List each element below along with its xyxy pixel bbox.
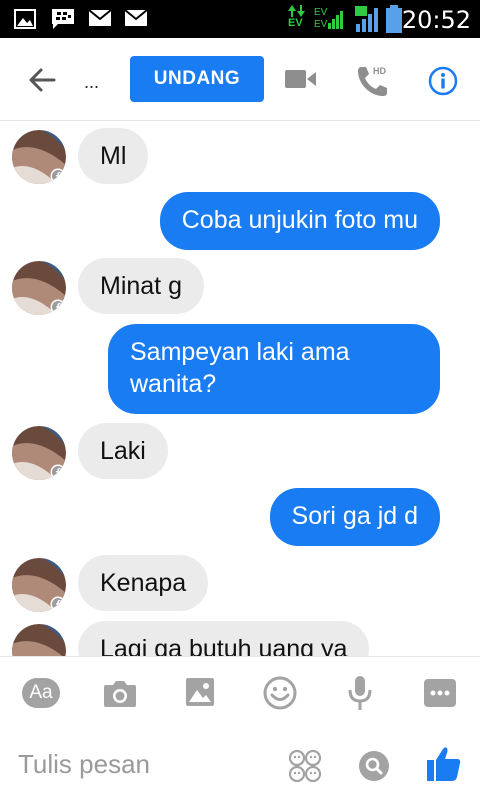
bbm-notification-icon xyxy=(52,9,74,29)
incoming-message-bubble[interactable]: Kenapa xyxy=(78,555,209,611)
incoming-message-bubble[interactable]: Minat g xyxy=(78,258,204,314)
contact-avatar[interactable] xyxy=(12,426,66,480)
signal-bars-icon xyxy=(328,11,343,29)
signal-sim1: EV EV xyxy=(314,7,344,33)
clock: 20:52 xyxy=(401,6,471,34)
video-call-icon[interactable] xyxy=(285,68,317,90)
composer: Aa Tulis pesan xyxy=(0,656,480,801)
mail-notification-icon xyxy=(88,9,112,26)
status-bar: EV EV EV 20:52 xyxy=(0,0,480,38)
more-options-icon[interactable] xyxy=(424,679,456,707)
data-transfer-icon: EV xyxy=(288,5,306,33)
message-input[interactable]: Tulis pesan xyxy=(18,749,150,780)
incoming-message-bubble[interactable]: Lagi ga butuh uang ya xyxy=(78,621,370,656)
incoming-message-bubble[interactable]: Ml xyxy=(78,128,149,184)
network-type-2: EV xyxy=(314,7,328,18)
facebook-badge-icon xyxy=(50,299,66,315)
gallery-icon[interactable] xyxy=(185,677,215,707)
conversation-title[interactable]: ... xyxy=(84,72,99,93)
gif-search-icon[interactable] xyxy=(358,750,390,782)
contact-avatar[interactable] xyxy=(12,130,66,184)
back-arrow-icon[interactable] xyxy=(26,64,58,96)
info-icon[interactable] xyxy=(428,66,458,96)
contact-avatar[interactable] xyxy=(12,558,66,612)
signal-sim2-icon xyxy=(355,6,378,32)
camera-icon[interactable] xyxy=(103,678,137,708)
conversation-header: ... UNDANG HD xyxy=(0,38,480,121)
facebook-badge-icon xyxy=(50,464,66,480)
emoji-icon[interactable] xyxy=(263,676,297,710)
mail-notification-icon-2 xyxy=(124,9,148,26)
facebook-badge-icon xyxy=(50,596,66,612)
outgoing-message-bubble[interactable]: Sori ga jd d xyxy=(269,488,440,546)
invite-button[interactable]: UNDANG xyxy=(130,56,264,102)
network-type-1: EV xyxy=(288,17,303,29)
contact-avatar[interactable] xyxy=(12,624,66,656)
facebook-badge-icon xyxy=(50,168,66,184)
avatar-photo xyxy=(12,624,66,656)
gallery-notification-icon xyxy=(14,9,36,29)
message-list[interactable]: Ml Coba unjukin foto mu Minat g Sampeyan… xyxy=(0,121,480,656)
text-style-button[interactable]: Aa xyxy=(22,678,60,708)
outgoing-message-bubble[interactable]: Sampeyan laki ama wanita? xyxy=(108,324,440,414)
outgoing-message-bubble[interactable]: Coba unjukin foto mu xyxy=(159,192,440,250)
network-type-3: EV xyxy=(314,19,328,30)
stickers-icon[interactable] xyxy=(288,749,322,783)
microphone-icon[interactable] xyxy=(348,675,372,711)
battery-icon xyxy=(386,5,402,33)
contact-avatar[interactable] xyxy=(12,261,66,315)
hd-voice-call-button[interactable]: HD xyxy=(356,64,390,98)
hd-label: HD xyxy=(373,66,386,76)
thumbs-up-icon[interactable] xyxy=(426,745,462,783)
incoming-message-bubble[interactable]: Laki xyxy=(78,423,168,479)
